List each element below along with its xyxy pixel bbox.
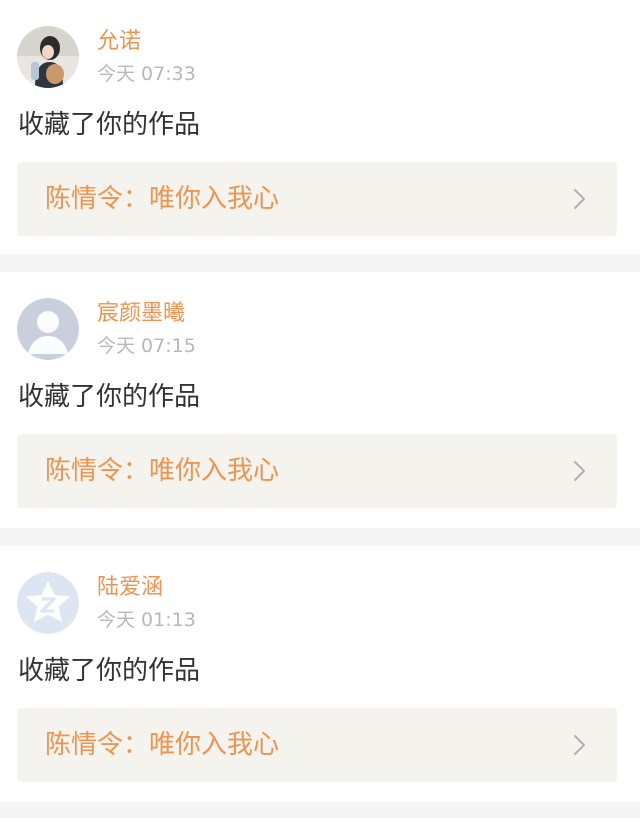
default-person-avatar-icon: [17, 298, 79, 360]
work-link[interactable]: 陈情令：唯你入我心: [17, 434, 617, 508]
chevron-right-icon: [573, 460, 586, 482]
username[interactable]: 陆爱涵: [97, 574, 163, 602]
work-link[interactable]: 陈情令：唯你入我心: [17, 162, 617, 236]
timestamp: 今天 07:33: [97, 63, 196, 85]
notification-card: 允诺 今天 07:33 收藏了你的作品 陈情令：唯你入我心: [0, 0, 640, 254]
notification-card: 陆爱涵 今天 01:13 收藏了你的作品 陈情令：唯你入我心: [0, 546, 640, 802]
chevron-right-icon: [573, 734, 586, 756]
chevron-right-icon: [573, 188, 586, 210]
notification-feed: 允诺 今天 07:33 收藏了你的作品 陈情令：唯你入我心 宸颜墨曦 今天 07…: [0, 0, 640, 818]
timestamp: 今天 07:15: [97, 335, 196, 357]
avatar[interactable]: [17, 26, 79, 88]
action-text: 收藏了你的作品: [18, 110, 201, 140]
work-title: 陈情令：唯你入我心: [45, 456, 280, 486]
notification-card: 宸颜墨曦 今天 07:15 收藏了你的作品 陈情令：唯你入我心: [0, 272, 640, 528]
avatar[interactable]: [17, 572, 79, 634]
work-title: 陈情令：唯你入我心: [45, 184, 280, 214]
work-link[interactable]: 陈情令：唯你入我心: [17, 708, 617, 782]
username[interactable]: 宸颜墨曦: [97, 300, 185, 328]
avatar[interactable]: [17, 298, 79, 360]
action-text: 收藏了你的作品: [18, 656, 201, 686]
work-title: 陈情令：唯你入我心: [45, 730, 280, 760]
user-photo-avatar-icon: [17, 26, 79, 88]
action-text: 收藏了你的作品: [18, 382, 201, 412]
qq-star-avatar-icon: [17, 572, 79, 634]
timestamp: 今天 01:13: [97, 609, 196, 631]
username[interactable]: 允诺: [97, 28, 141, 56]
